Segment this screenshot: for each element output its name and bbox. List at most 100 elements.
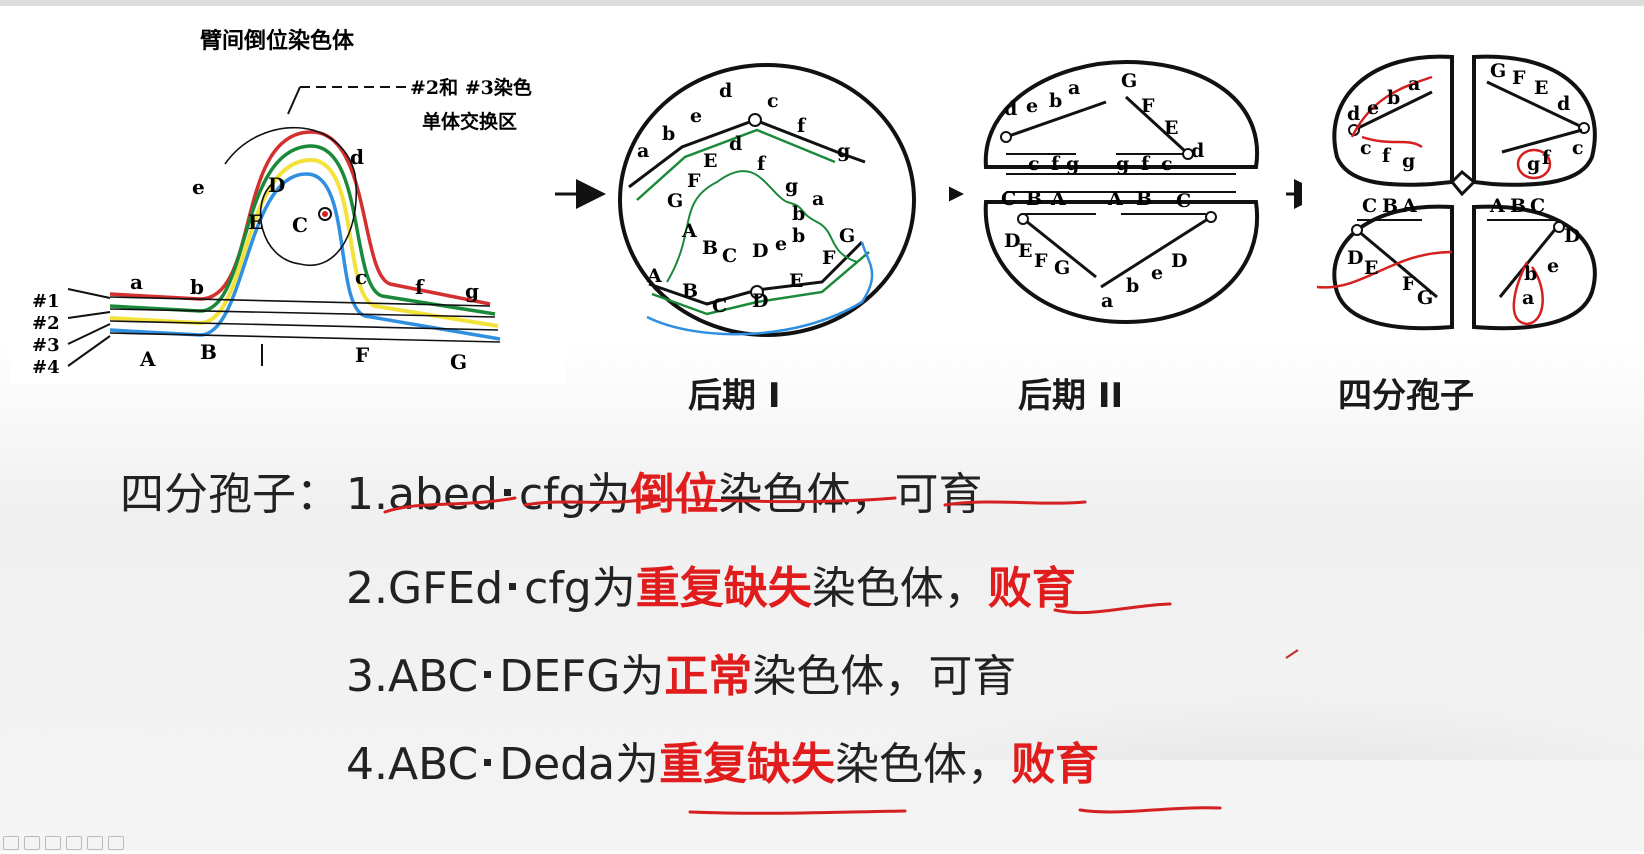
- svg-text:b: b: [1387, 87, 1400, 109]
- svg-text:a: a: [1101, 290, 1113, 312]
- svg-text:A: A: [1050, 188, 1066, 210]
- svg-text:b: b: [792, 203, 805, 225]
- svg-text:E: E: [1534, 77, 1548, 99]
- note-1-seq2: cfg: [518, 469, 587, 520]
- svg-text:d: d: [1347, 103, 1360, 125]
- svg-text:G: G: [667, 190, 683, 212]
- svg-text:F: F: [1141, 95, 1155, 117]
- note-3-rest: 染色体，: [752, 651, 929, 702]
- svg-text:C: C: [1176, 190, 1191, 212]
- note-3-mid: 为: [620, 651, 665, 702]
- slide-control-icon[interactable]: [24, 836, 40, 850]
- svg-text:A: A: [1401, 195, 1417, 217]
- svg-text:b: b: [792, 225, 805, 247]
- svg-text:d: d: [1191, 140, 1204, 162]
- note-3-highlight: 正常: [664, 651, 753, 702]
- note-3-seq1: ABC: [387, 651, 479, 702]
- svg-text:e: e: [1026, 95, 1038, 117]
- svg-text:B: B: [702, 237, 718, 259]
- svg-text:f: f: [1051, 153, 1061, 175]
- svg-text:C: C: [722, 245, 737, 267]
- svg-text:D: D: [752, 290, 768, 312]
- svg-text:d: d: [1557, 93, 1570, 115]
- svg-text:B: B: [1136, 188, 1152, 210]
- note-1-seq1: abed: [387, 469, 498, 520]
- svg-text:e: e: [690, 105, 702, 127]
- note-item-2: 2.GFEd cfg为重复缺失染色体，败育: [346, 552, 1076, 616]
- svg-text:d: d: [719, 80, 732, 102]
- svg-text:B: B: [682, 280, 698, 302]
- stage-label-tetrad: 四分孢子: [1338, 376, 1474, 416]
- tetrad-figure: deba cfg GFEd gfc CBA ABC DEFG Deba: [1302, 42, 1644, 345]
- note-4-seq2: Deda: [499, 739, 616, 790]
- note-3-seq2: DEFG: [499, 651, 621, 702]
- centromere-dot: [503, 488, 511, 496]
- note-4-result: 败育: [1011, 739, 1100, 790]
- note-1-num: 1.: [346, 469, 388, 520]
- svg-text:A: A: [1489, 195, 1505, 217]
- svg-text:g: g: [1066, 153, 1079, 175]
- svg-text:f: f: [797, 115, 807, 137]
- note-4-mid: 为: [615, 739, 660, 790]
- slide-control-icon[interactable]: [66, 836, 82, 850]
- note-1-result: 可育: [894, 469, 983, 520]
- svg-text:e: e: [1367, 97, 1379, 119]
- slide-control-icon[interactable]: [87, 836, 103, 850]
- svg-text:G: G: [839, 225, 855, 247]
- svg-text:E: E: [703, 150, 717, 172]
- svg-text:G: G: [1417, 287, 1433, 309]
- note-3-num: 3.: [346, 651, 388, 702]
- note-4-rest: 染色体，: [835, 739, 1012, 790]
- note-4-num: 4.: [346, 739, 388, 790]
- svg-text:c: c: [1161, 153, 1173, 175]
- svg-text:A: A: [681, 220, 697, 242]
- svg-text:c: c: [1028, 153, 1040, 175]
- svg-text:F: F: [1402, 273, 1416, 295]
- svg-text:g: g: [1527, 153, 1540, 175]
- svg-text:F: F: [822, 247, 836, 269]
- anaphase1-figure: abe dcf g GFE dfg ba ABC Deb ABC DEF G: [607, 42, 949, 345]
- svg-text:C: C: [1001, 188, 1016, 210]
- svg-text:G: G: [1054, 257, 1070, 279]
- svg-text:e: e: [1151, 262, 1163, 284]
- slide-control-icon[interactable]: [3, 836, 19, 850]
- svg-text:b: b: [1049, 90, 1062, 112]
- svg-text:c: c: [1572, 137, 1584, 159]
- slide-controls[interactable]: [0, 831, 180, 851]
- svg-text:F: F: [1034, 250, 1048, 272]
- svg-text:a: a: [1522, 287, 1534, 309]
- note-2-result: 败育: [987, 563, 1076, 614]
- svg-text:b: b: [662, 123, 675, 145]
- svg-text:D: D: [1171, 250, 1187, 272]
- svg-text:c: c: [1360, 137, 1372, 159]
- svg-text:E: E: [1164, 117, 1178, 139]
- note-1-mid: 为: [586, 469, 631, 520]
- anaphase2-figure: deba GFE cfg gfcd CBA ABC DEFG abeD: [966, 42, 1286, 345]
- svg-text:E: E: [1018, 240, 1032, 262]
- note-1-highlight: 倒位: [630, 469, 719, 520]
- svg-text:A: A: [646, 265, 662, 287]
- svg-text:g: g: [837, 140, 850, 162]
- svg-text:D: D: [752, 240, 768, 262]
- note-4-seq1: ABC: [387, 739, 479, 790]
- note-4-highlight: 重复缺失: [659, 739, 836, 790]
- svg-text:c: c: [767, 90, 779, 112]
- svg-text:E: E: [789, 270, 803, 292]
- svg-text:B: B: [1510, 195, 1526, 217]
- svg-text:B: B: [1026, 188, 1042, 210]
- svg-text:g: g: [1402, 150, 1415, 172]
- svg-text:g: g: [785, 175, 798, 197]
- slide-control-icon[interactable]: [108, 836, 124, 850]
- svg-text:D: D: [1347, 247, 1363, 269]
- note-2-seq1: GFEd: [387, 563, 504, 614]
- slide-control-icon[interactable]: [45, 836, 61, 850]
- note-item-4: 4.ABC Deda为重复缺失染色体，败育: [346, 728, 1099, 792]
- svg-text:d: d: [729, 133, 742, 155]
- svg-text:G: G: [1121, 70, 1137, 92]
- svg-text:a: a: [637, 140, 649, 162]
- svg-text:F: F: [1512, 67, 1526, 89]
- svg-text:d: d: [1004, 98, 1017, 120]
- note-item-3: 3.ABC DEFG为正常染色体，可育: [346, 640, 1016, 704]
- note-2-num: 2.: [346, 563, 388, 614]
- svg-text:f: f: [757, 153, 767, 175]
